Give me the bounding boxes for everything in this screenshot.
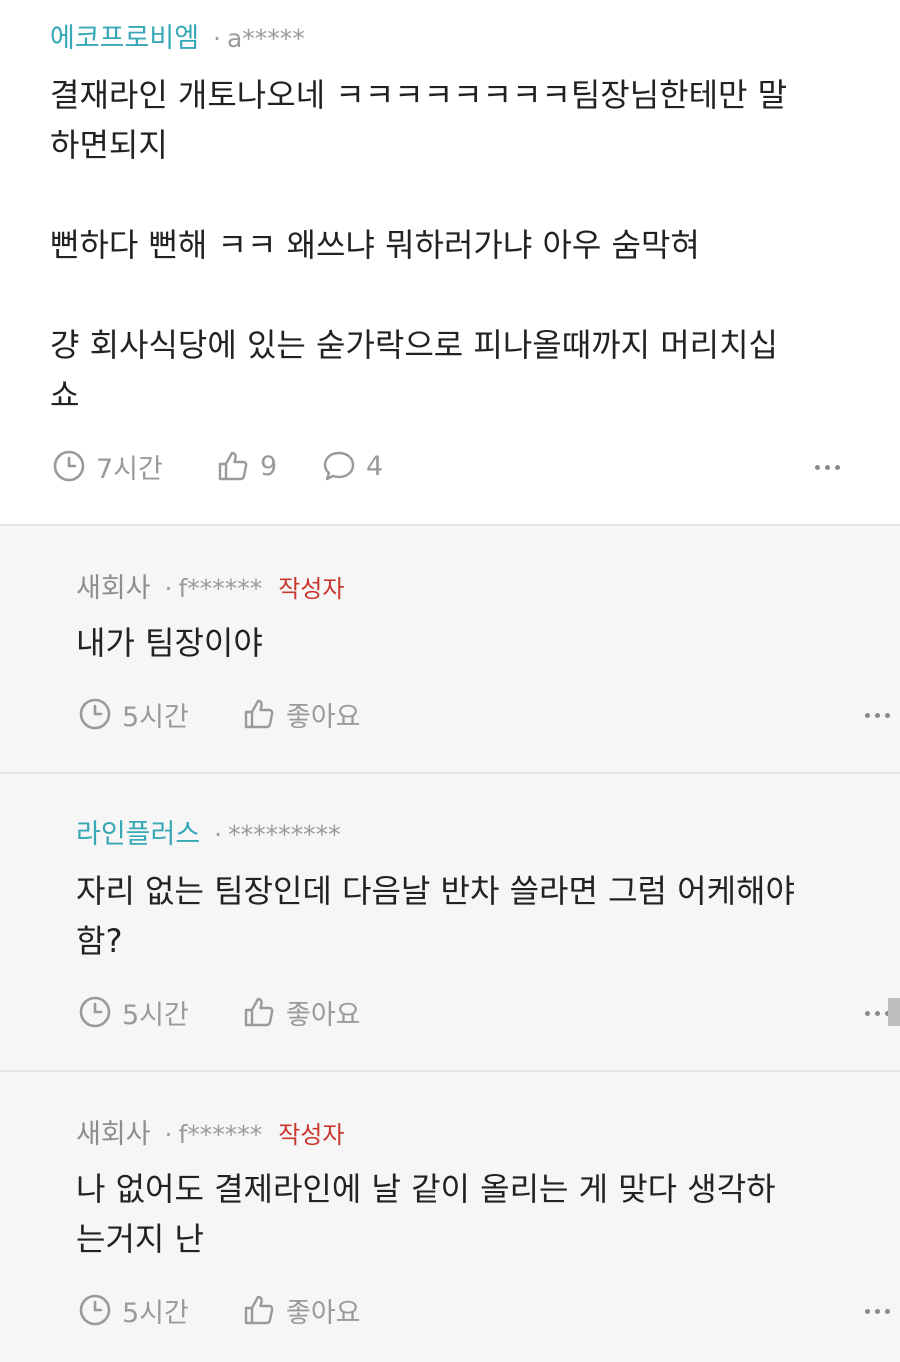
speech-bubble-icon xyxy=(323,451,355,481)
thumbs-up-icon xyxy=(244,997,274,1027)
comment-text: 자리 없는 팀장인데 다음날 반차 쓸라면 그럼 어케해야 함? xyxy=(76,872,795,960)
like-button[interactable]: 9 xyxy=(216,446,277,486)
time-text: 5시간 xyxy=(122,701,189,733)
time-text: 5시간 xyxy=(122,999,189,1031)
time-stamp: 5시간 xyxy=(78,694,189,734)
like-button[interactable]: 좋아요 xyxy=(242,992,361,1032)
meta-separator: · xyxy=(164,574,173,603)
comment-actions: 5시간 좋아요 xyxy=(78,694,890,734)
comment-main: 에코프로비엠 · a***** 결재라인 개토나오네 ㅋㅋㅋㅋㅋㅋㅋㅋ팀장님한테만… xyxy=(0,0,900,524)
user-name: f****** xyxy=(178,574,263,603)
comment-text: 내가 팀장이야 xyxy=(76,624,263,662)
comment-actions: 5시간 좋아요 xyxy=(78,1290,890,1330)
time-text: 7시간 xyxy=(96,453,163,485)
comment-meta: 라인플러스 · ********* xyxy=(76,820,341,850)
like-label: 좋아요 xyxy=(286,701,361,733)
reply-button[interactable]: 4 xyxy=(322,446,383,486)
comment-meta: 새회사 · f****** 작성자 xyxy=(76,1120,344,1150)
meta-separator: · xyxy=(164,1120,173,1149)
company-name[interactable]: 에코프로비엠 xyxy=(50,23,199,54)
comment-meta: 에코프로비엠 · a***** xyxy=(50,24,305,54)
meta-separator: · xyxy=(214,820,223,849)
user-name: a***** xyxy=(226,24,305,53)
reply-comment: 새회사 · f****** 작성자 내가 팀장이야 5시간 좋아요 xyxy=(0,526,900,772)
reply-count: 4 xyxy=(366,450,384,482)
author-badge: 작성자 xyxy=(278,1121,345,1149)
clock-icon xyxy=(53,450,85,482)
thumbs-up-icon xyxy=(218,451,248,481)
comment-actions: 7시간 9 4 xyxy=(52,446,852,486)
company-name[interactable]: 새회사 xyxy=(76,1119,151,1150)
like-count: 9 xyxy=(260,450,278,482)
meta-separator: · xyxy=(213,24,221,53)
more-dots-icon[interactable] xyxy=(865,700,890,730)
user-name: ********* xyxy=(228,820,341,849)
thumbs-up-icon xyxy=(244,699,274,729)
more-dots-icon[interactable] xyxy=(865,998,890,1028)
clock-icon xyxy=(79,698,111,730)
reply-comment: 새회사 · f****** 작성자 나 없어도 결제라인에 날 같이 올리는 게 … xyxy=(0,1072,900,1362)
time-stamp: 5시간 xyxy=(78,992,189,1032)
time-stamp: 7시간 xyxy=(52,446,163,486)
company-name[interactable]: 라인플러스 xyxy=(76,819,200,850)
like-button[interactable]: 좋아요 xyxy=(242,694,361,734)
like-label: 좋아요 xyxy=(286,999,361,1031)
reply-comment: 라인플러스 · ********* 자리 없는 팀장인데 다음날 반차 쓸라면 그… xyxy=(0,774,900,1070)
like-label: 좋아요 xyxy=(286,1297,361,1329)
author-badge: 작성자 xyxy=(278,575,345,603)
comment-text: 나 없어도 결제라인에 날 같이 올리는 게 맞다 생각하 는거지 난 xyxy=(76,1170,776,1258)
comment-text: 결재라인 개토나오네 ㅋㅋㅋㅋㅋㅋㅋㅋ팀장님한테만 말 하면되지 뻔하다 뻔해 … xyxy=(50,76,788,414)
time-text: 5시간 xyxy=(122,1297,189,1329)
company-name[interactable]: 새회사 xyxy=(76,573,151,604)
time-stamp: 5시간 xyxy=(78,1290,189,1330)
clock-icon xyxy=(79,1294,111,1326)
clock-icon xyxy=(79,996,111,1028)
user-name: f****** xyxy=(178,1120,263,1149)
comment-actions: 5시간 좋아요 xyxy=(78,992,890,1032)
more-dots-icon[interactable] xyxy=(865,1296,890,1326)
comment-meta: 새회사 · f****** 작성자 xyxy=(76,574,344,604)
more-dots-icon[interactable] xyxy=(815,452,840,482)
scrollbar-thumb[interactable] xyxy=(888,998,900,1026)
like-button[interactable]: 좋아요 xyxy=(242,1290,361,1330)
thumbs-up-icon xyxy=(244,1295,274,1325)
